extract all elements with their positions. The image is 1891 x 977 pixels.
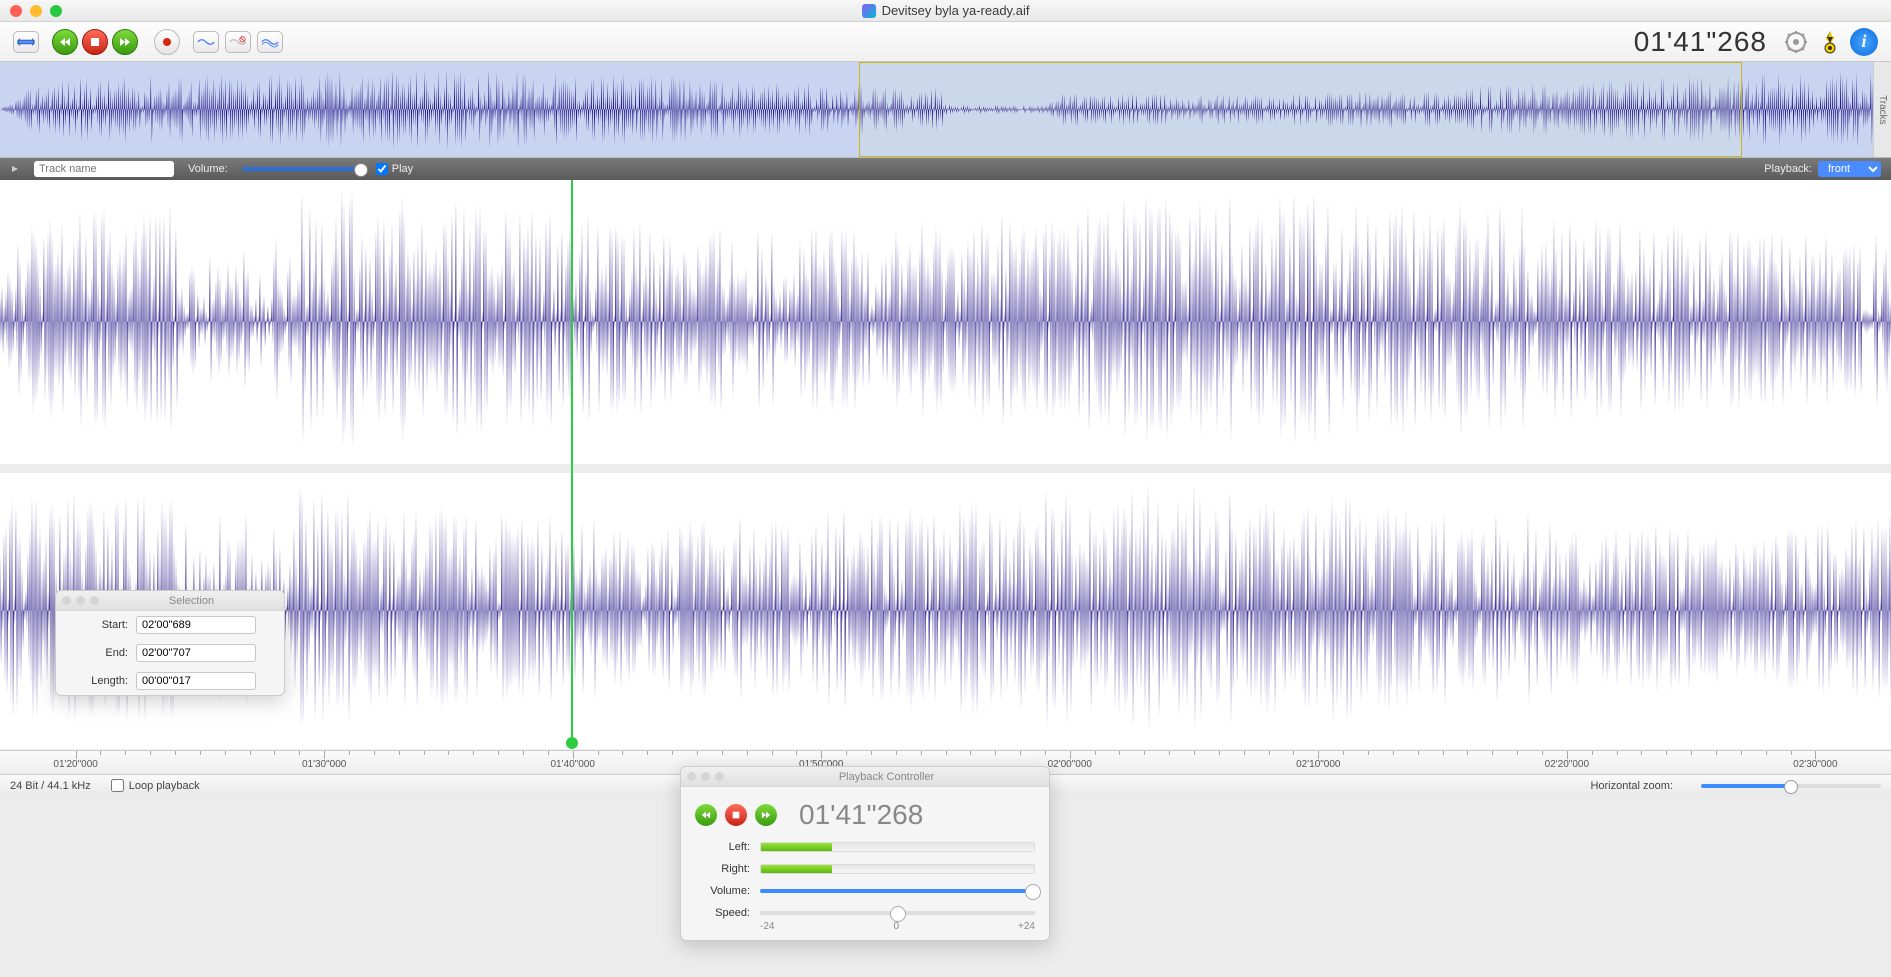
settings-button[interactable] <box>1782 28 1810 56</box>
pb-speed-slider[interactable] <box>760 911 1035 915</box>
track-name-input[interactable] <box>34 161 174 177</box>
waveform-tool-2[interactable] <box>225 31 251 53</box>
pb-forward-button[interactable] <box>755 804 777 826</box>
maximize-window-button[interactable] <box>50 5 62 17</box>
ruler-label: 01'40"000 <box>550 759 594 770</box>
loop-playback-label: Loop playback <box>129 780 200 792</box>
right-meter <box>760 864 1035 874</box>
playback-panel-header[interactable]: Playback Controller <box>681 767 1049 787</box>
ruler-label: 02'00"000 <box>1048 759 1092 770</box>
playback-select[interactable]: front <box>1818 161 1881 177</box>
pb-volume-slider[interactable] <box>760 889 1035 893</box>
minimize-window-button[interactable] <box>30 5 42 17</box>
playback-controller-panel[interactable]: Playback Controller 01'41"268 Left: Righ… <box>680 766 1050 941</box>
stop-button[interactable] <box>82 29 108 55</box>
record-button[interactable] <box>154 29 180 55</box>
zoom-selection-button[interactable] <box>13 31 39 53</box>
selection-end-input[interactable] <box>136 644 256 662</box>
selection-panel[interactable]: Selection Start: End: Length: <box>55 590 285 696</box>
track-play-checkbox[interactable] <box>376 163 388 175</box>
rewind-button[interactable] <box>52 29 78 55</box>
track-volume-slider[interactable] <box>242 167 362 171</box>
selection-panel-header[interactable]: Selection <box>56 591 284 611</box>
pb-rewind-button[interactable] <box>695 804 717 826</box>
horizontal-zoom-slider[interactable] <box>1701 784 1881 788</box>
horizontal-zoom-label: Horizontal zoom: <box>1590 780 1673 792</box>
toolbar-time: 01'41"268 <box>1634 26 1767 58</box>
forward-button[interactable] <box>112 29 138 55</box>
left-meter <box>760 842 1035 852</box>
selection-length-input[interactable] <box>136 672 256 690</box>
window-title: Devitsey byla ya-ready.aif <box>882 3 1030 18</box>
track-disclosure-icon[interactable] <box>10 164 20 174</box>
ruler-label: 02'20"000 <box>1545 759 1589 770</box>
tracks-sidebar-toggle[interactable]: Tracks <box>1873 62 1891 157</box>
track-header-bar: Volume: Play Playback: front <box>0 158 1891 180</box>
main-toolbar: 01'41"268 i <box>0 22 1891 62</box>
pb-stop-button[interactable] <box>725 804 747 826</box>
waveform-channel-left[interactable] <box>0 180 1891 465</box>
playhead[interactable] <box>571 180 573 739</box>
playback-label: Playback: <box>1764 163 1812 175</box>
waveform-tool-1[interactable] <box>193 31 219 53</box>
ruler-label: 01'20"000 <box>53 759 97 770</box>
selection-start-input[interactable] <box>136 616 256 634</box>
ruler-label: 02'30"000 <box>1793 759 1837 770</box>
waveform-tool-3[interactable] <box>257 31 283 53</box>
ruler-label: 01'30"000 <box>302 759 346 770</box>
overview-waveform[interactable]: Tracks <box>0 62 1891 158</box>
burn-button[interactable] <box>1816 28 1844 56</box>
overview-selection[interactable] <box>859 62 1742 157</box>
track-play-label: Play <box>392 163 413 175</box>
info-button[interactable]: i <box>1850 28 1878 56</box>
audio-format-label: 24 Bit / 44.1 kHz <box>10 780 91 792</box>
loop-playback-checkbox[interactable] <box>111 779 124 792</box>
volume-label: Volume: <box>188 163 228 175</box>
ruler-label: 02'10"000 <box>1296 759 1340 770</box>
app-icon <box>862 4 876 18</box>
window-titlebar: Devitsey byla ya-ready.aif <box>0 0 1891 22</box>
close-window-button[interactable] <box>10 5 22 17</box>
pb-time-display: 01'41"268 <box>799 799 923 831</box>
